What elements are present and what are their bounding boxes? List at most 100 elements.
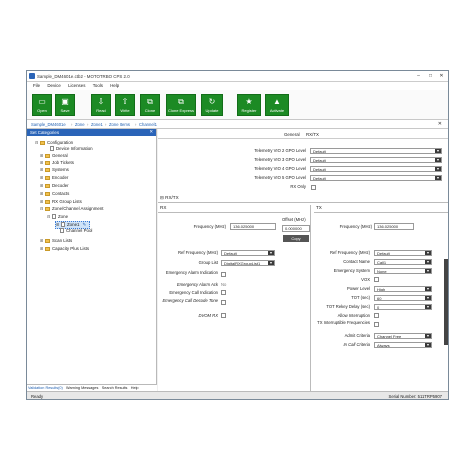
tx-frequency-input[interactable]: 136.025000	[374, 223, 414, 230]
emergency-call-indication-checkbox[interactable]	[221, 290, 226, 295]
save-button[interactable]: ▣ Save	[55, 94, 75, 116]
rx-only-checkbox[interactable]	[311, 185, 316, 190]
in-call-criteria-label: In Call Criteria	[343, 342, 370, 347]
read-button[interactable]: ⇩ Read	[91, 94, 111, 116]
folder-icon	[45, 160, 50, 165]
vertical-scrollbar[interactable]	[444, 259, 448, 345]
tree-capacity-plus-lists[interactable]: ⊞ Capacity Plus Lists	[40, 246, 89, 252]
status-bar: Ready Serial Number: 511TRP5907	[27, 391, 448, 399]
minimize-button[interactable]: –	[413, 72, 424, 80]
dvom-rx-label: DVOM RX	[198, 313, 218, 318]
rx-frequency-input[interactable]: 136.025000	[230, 223, 276, 230]
activate-button[interactable]: ▲ Activate	[265, 94, 289, 116]
allow-interruption-checkbox[interactable]	[374, 313, 379, 318]
telemetry-vio3-dropdown[interactable]: Default ▼	[310, 157, 442, 163]
rx-ref-frequency-dropdown[interactable]: Default ▼	[221, 250, 275, 256]
folder-icon	[45, 199, 50, 204]
vox-label: VOX	[361, 277, 370, 282]
rx-frequency-label: Frequency (MHz)	[193, 224, 226, 229]
emergency-alarm-ack-label: Emergency Alarm Ack	[176, 282, 218, 287]
tx-interruptible-frequencies-label: TX Interruptible Frequencies	[317, 320, 370, 325]
cps-window: Sample_DM4601e.ctb2 - MOTOTRBO CPS 2.0 –…	[26, 70, 449, 400]
menu-licenses[interactable]: Licenses	[68, 83, 85, 88]
breadcrumb-zone1[interactable]: Zone1	[91, 122, 103, 127]
close-tab-icon[interactable]: ✕	[438, 121, 442, 127]
serial-number: Serial Number: 511TRP5907	[388, 394, 442, 399]
document-icon	[61, 222, 65, 228]
emergency-system-dropdown[interactable]: None ▼	[374, 268, 432, 274]
vox-checkbox[interactable]	[374, 277, 379, 282]
app-icon	[29, 73, 35, 79]
menu-device[interactable]: Device	[47, 83, 60, 88]
tx-interruptible-frequencies-checkbox[interactable]	[374, 322, 379, 327]
allow-interruption-label: Allow Interruption	[337, 313, 370, 318]
rx-tx-section-header[interactable]: ⊟ RX/TX	[158, 195, 448, 203]
dvom-rx-checkbox[interactable]	[221, 313, 226, 318]
tree-zone-channel-assignment[interactable]: ⊟ Zone/Channel Assignment	[40, 206, 104, 212]
clone-icon: ⧉	[147, 97, 153, 106]
tree-encoder[interactable]: ⊞ Encoder	[40, 175, 68, 181]
set-categories-pane: Set Categories ✕ ⊟ Configuration Device In…	[27, 129, 157, 384]
tab-rx-tx[interactable]: RX/TX	[306, 132, 319, 137]
telemetry-vio4-dropdown[interactable]: Default ▼	[310, 166, 442, 172]
chevron-down-icon: ▼	[435, 149, 441, 153]
rx-only-label: RX Only	[290, 184, 306, 189]
copy-button[interactable]: Copy	[283, 235, 309, 242]
emergency-call-decode-tone-checkbox[interactable]	[221, 300, 226, 305]
admit-criteria-dropdown[interactable]: Channel Free ▼	[374, 333, 432, 339]
menu-file[interactable]: File	[33, 83, 40, 88]
tx-ref-frequency-dropdown[interactable]: Default ▼	[374, 250, 432, 256]
tree-general[interactable]: ⊞ General	[40, 153, 68, 159]
pane-close-icon[interactable]: ✕	[149, 129, 153, 135]
folder-icon	[45, 167, 50, 172]
tree-decoder[interactable]: ⊞ Decoder	[40, 183, 69, 189]
menu-help[interactable]: Help	[110, 83, 119, 88]
tree-job-tickets[interactable]: ⊞ Job Tickets	[40, 160, 74, 166]
breadcrumb-root[interactable]: Sample_DM4601e	[31, 122, 66, 127]
menu-tools[interactable]: Tools	[93, 83, 103, 88]
title-bar[interactable]: Sample_DM4601e.ctb2 - MOTOTRBO CPS 2.0 –…	[27, 71, 448, 82]
clone-button[interactable]: ⧉ Clone	[140, 94, 160, 116]
breadcrumb-zone-items[interactable]: Zone Items	[109, 122, 130, 127]
register-button[interactable]: ★ Register	[237, 94, 261, 116]
tot-rekey-delay-dropdown[interactable]: 0 ▼	[374, 304, 432, 310]
tree-systems[interactable]: ⊞ Systems	[40, 167, 69, 173]
tree-channel-pool[interactable]: Channel Pool	[55, 228, 92, 234]
close-button[interactable]: ✕	[436, 72, 447, 80]
tree-scan-lists[interactable]: ⊞ Scan Lists	[40, 238, 72, 244]
folder-icon	[45, 238, 50, 243]
offset-input[interactable]: 0.000000	[282, 225, 310, 232]
tab-general[interactable]: General	[284, 132, 300, 137]
maximize-button[interactable]: □	[425, 72, 436, 80]
power-level-dropdown[interactable]: High ▼	[374, 286, 432, 292]
editor-tabs: General RX/TX	[158, 129, 448, 139]
tree-device-information[interactable]: Device Information	[45, 146, 93, 152]
breadcrumb-channel1[interactable]: Channel1	[139, 122, 157, 127]
folder-icon	[45, 246, 50, 251]
tot-dropdown[interactable]: 60 ▼	[374, 295, 432, 301]
open-button[interactable]: ▭ Open	[32, 94, 52, 116]
update-button[interactable]: ↻ Update	[201, 94, 223, 116]
telemetry-vio2-dropdown[interactable]: Default ▼	[310, 148, 442, 154]
emergency-alarm-indication-checkbox[interactable]	[221, 272, 226, 277]
tree-contacts[interactable]: ⊞ Contacts	[40, 191, 69, 197]
contact-name-dropdown[interactable]: Call1 ▼	[374, 259, 432, 265]
folder-icon	[45, 183, 50, 188]
chevron-down-icon: ▼	[268, 261, 274, 265]
document-icon	[52, 214, 56, 220]
telemetry-vio5-dropdown[interactable]: Default ▼	[310, 175, 442, 181]
telemetry-vio3-label: Telemetry VIO 3 GPO Level	[254, 157, 306, 162]
tree-rx-group-lists[interactable]: ⊞ RX Group Lists	[40, 199, 82, 205]
rx-ref-frequency-label: Ref Frequency (MHz)	[177, 250, 218, 255]
emergency-system-label: Emergency System	[333, 268, 370, 273]
write-button[interactable]: ⇧ Write	[115, 94, 135, 116]
folder-icon	[45, 206, 50, 211]
chevron-down-icon: ▼	[425, 334, 431, 338]
clone-express-button[interactable]: ⧉ Clone Express	[166, 94, 196, 116]
group-list-dropdown[interactable]: DigitalRXGroupList1 ▼	[221, 260, 275, 266]
tree-zone[interactable]: ⊟ Zone	[47, 214, 68, 220]
in-call-criteria-dropdown[interactable]: Always ▼	[374, 342, 432, 348]
chevron-down-icon: ▼	[435, 167, 441, 171]
breadcrumb-zone[interactable]: Zone	[75, 122, 85, 127]
register-icon: ★	[245, 97, 253, 106]
